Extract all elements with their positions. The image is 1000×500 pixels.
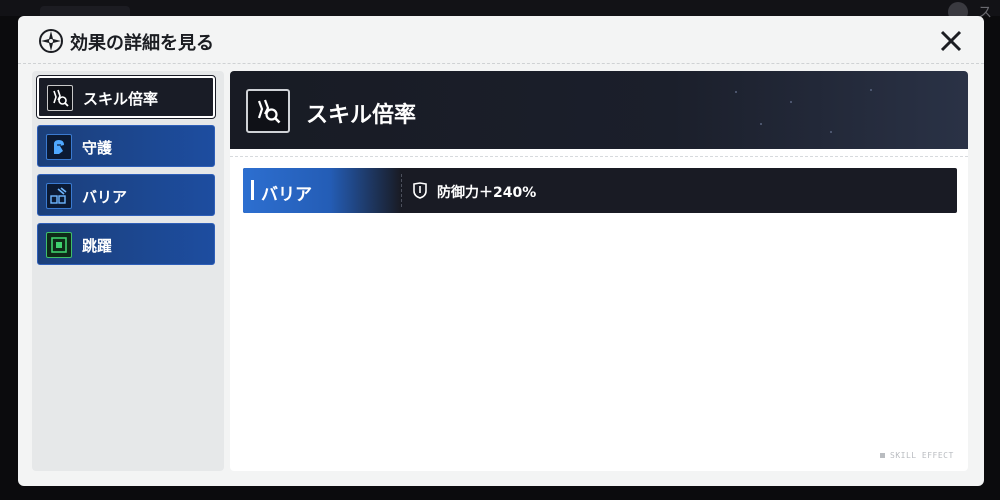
modal-title: 効果の詳細を見る [70,33,214,54]
effect-accent-bar [251,180,254,200]
sidebar-item-skill-multiplier[interactable]: スキル倍率 [36,75,216,119]
skill-multiplier-icon [47,85,73,111]
sidebar-item-label: スキル倍率 [83,90,159,108]
effect-sidebar: スキル倍率 守護 バリア 跳躍 [32,71,224,471]
leap-icon [46,232,72,258]
barrier-icon [46,183,72,209]
content-header: スキル倍率 [230,71,968,149]
star-dot [760,123,762,125]
sidebar-item-guard[interactable]: 守護 [37,125,215,167]
close-icon[interactable] [938,28,964,54]
guard-icon [46,134,72,160]
sidebar-item-leap[interactable]: 跳躍 [37,223,215,265]
star-dot [870,89,872,91]
effect-label: バリア [261,185,312,205]
skill-multiplier-icon [246,89,290,133]
content-title: スキル倍率 [306,103,417,128]
shield-icon [413,182,427,199]
sidebar-item-label: 跳躍 [82,237,113,255]
effect-row: バリア 防御力＋240% [243,168,957,213]
effect-separator [401,174,402,207]
watermark-text: SKILL EFFECT [890,451,954,460]
star-dot [735,91,737,93]
effect-content-panel: スキル倍率 バリア 防御力＋240% SKILL EFFECT [230,71,968,471]
divider [230,156,968,157]
background-topbar [0,0,1000,16]
watermark: SKILL EFFECT [880,451,954,460]
compass-star-icon [39,29,63,53]
sidebar-item-label: 守護 [82,139,113,157]
sidebar-item-barrier[interactable]: バリア [37,174,215,216]
effect-details-modal: 効果の詳細を見る スキル倍率 守護 バリア 跳躍 スキル倍率 バリア 防御力＋2… [18,16,984,486]
sidebar-item-label: バリア [82,188,128,206]
modal-header: 効果の詳細を見る [18,16,984,64]
effect-value: 防御力＋240% [437,185,537,201]
star-dot [790,101,792,103]
star-dot [830,131,832,133]
